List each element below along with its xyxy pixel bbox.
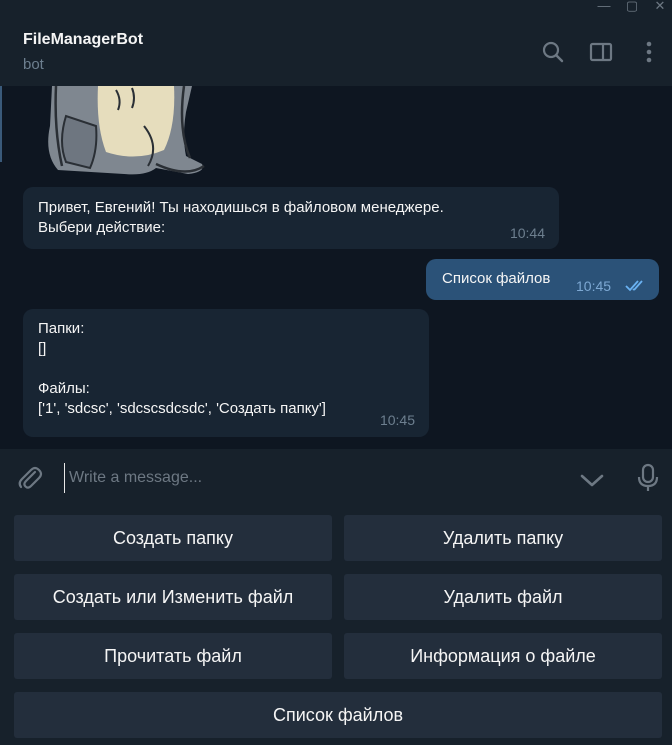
chevron-down-icon[interactable]	[578, 466, 606, 494]
window-titlebar: — ▢ ✕	[0, 0, 672, 18]
chat-title[interactable]: FileManagerBot	[23, 31, 143, 49]
message-text: Привет, Евгений! Ты находишься в файлово…	[38, 199, 444, 236]
list-files-button[interactable]: Список файлов	[14, 692, 662, 738]
incoming-message[interactable]: Папки: [] Файлы: ['1', 'sdcsc', 'sdcscsd…	[23, 309, 429, 437]
more-vertical-icon[interactable]	[636, 39, 662, 65]
incoming-message[interactable]: Привет, Евгений! Ты находишься в файлово…	[23, 187, 559, 249]
message-input[interactable]	[64, 463, 559, 493]
bot-keyboard: Создать папку Удалить папку Создать или …	[0, 507, 672, 745]
scroll-indicator	[0, 86, 2, 162]
create-or-edit-file-button[interactable]: Создать или Изменить файл	[14, 574, 332, 620]
message-time: 10:45	[576, 278, 612, 294]
minimize-button[interactable]: —	[590, 0, 618, 18]
message-time: 10:45	[379, 412, 415, 428]
sidebar-toggle-icon[interactable]	[588, 39, 614, 65]
delete-folder-button[interactable]: Удалить папку	[344, 515, 662, 561]
message-list[interactable]: Привет, Евгений! Ты находишься в файлово…	[0, 86, 672, 449]
message-text: Папки: [] Файлы: ['1', 'sdcsc', 'sdcscsd…	[38, 320, 326, 417]
create-folder-button[interactable]: Создать папку	[14, 515, 332, 561]
microphone-icon[interactable]	[634, 463, 662, 493]
double-check-icon	[625, 280, 643, 292]
read-file-button[interactable]: Прочитать файл	[14, 633, 332, 679]
sticker-image[interactable]	[36, 86, 212, 178]
chat-header: FileManagerBot bot	[0, 18, 672, 86]
delete-file-button[interactable]: Удалить файл	[344, 574, 662, 620]
file-info-button[interactable]: Информация о файле	[344, 633, 662, 679]
outgoing-message[interactable]: Список файлов 10:45	[426, 259, 659, 300]
close-window-button[interactable]: ✕	[646, 0, 672, 18]
message-time: 10:44	[509, 225, 545, 241]
chat-status: bot	[23, 56, 44, 73]
message-text: Список файлов	[442, 270, 551, 287]
maximize-button[interactable]: ▢	[618, 0, 646, 18]
search-icon[interactable]	[540, 39, 566, 65]
paperclip-icon[interactable]	[16, 464, 44, 492]
message-composer	[0, 449, 672, 507]
